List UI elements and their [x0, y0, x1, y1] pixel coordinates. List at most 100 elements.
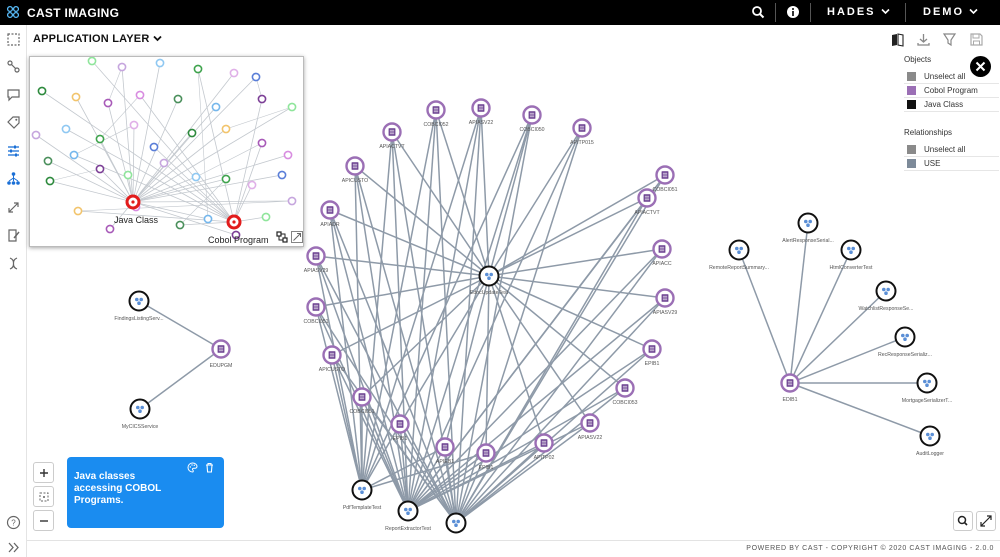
java-class-node[interactable]: [445, 512, 467, 534]
use-edge[interactable]: [315, 306, 457, 524]
close-legend-button[interactable]: [970, 56, 991, 77]
app-menu-label: HADES: [827, 6, 876, 18]
java-class-node[interactable]: AuditLogger: [916, 425, 944, 458]
minimap-node: [43, 156, 53, 166]
use-edge[interactable]: [789, 222, 809, 384]
use-edge[interactable]: [407, 109, 437, 512]
node-label: AlertResponseSerial...: [782, 238, 834, 244]
fit-icon: [39, 492, 48, 501]
node-label: APIACTVT: [379, 144, 405, 150]
minimap-node: [135, 90, 145, 100]
legend-swatch: [907, 86, 916, 95]
cobol-program-node[interactable]: APIADR: [320, 200, 340, 229]
expand-arrows-icon[interactable]: [6, 200, 21, 215]
chevron-down-icon: [881, 8, 890, 15]
use-edge[interactable]: [488, 275, 626, 389]
palette-icon[interactable]: [187, 462, 198, 473]
use-edge[interactable]: [789, 382, 931, 437]
java-class-node[interactable]: RemoteReportSummary...: [709, 239, 769, 272]
fit-view-button[interactable]: [33, 486, 54, 507]
cobol-program-node[interactable]: APIACC: [652, 239, 672, 268]
tag-icon[interactable]: [6, 115, 21, 130]
hierarchy-icon[interactable]: [6, 171, 21, 186]
cobol-program-node[interactable]: APITP02: [534, 433, 555, 462]
info-icon[interactable]: [786, 5, 800, 19]
help-icon[interactable]: ?: [6, 515, 21, 530]
legend-label: USE: [924, 159, 941, 168]
use-edge[interactable]: [789, 290, 887, 384]
legend-object-item[interactable]: Java Class: [904, 98, 999, 112]
node-label: APIADR: [320, 222, 340, 228]
legend-swatch: [907, 100, 916, 109]
plus-icon: [39, 468, 48, 477]
cobol-program-node[interactable]: APIASV22: [469, 98, 494, 127]
java-class-node[interactable]: ReportExtractorTest: [385, 500, 431, 533]
layer-selector[interactable]: APPLICATION LAYER: [33, 33, 162, 45]
legend-relationship-item[interactable]: Unselect all: [904, 143, 999, 157]
minimap-node: [283, 150, 293, 160]
use-edge[interactable]: [138, 300, 222, 350]
use-edge[interactable]: [435, 109, 490, 277]
minimap-collapse-icon[interactable]: [291, 231, 303, 243]
node-label: EPIB1: [645, 361, 660, 367]
node-label: AuditLogger: [916, 451, 944, 457]
filter-sliders-icon[interactable]: [6, 143, 21, 158]
minimap-node: [73, 206, 83, 216]
use-edge[interactable]: [455, 348, 653, 524]
selection-icon[interactable]: [6, 32, 21, 47]
use-edge[interactable]: [488, 174, 666, 277]
app-menu-demo[interactable]: DEMO: [923, 6, 978, 18]
search-icon[interactable]: [751, 5, 765, 19]
use-edge[interactable]: [139, 348, 222, 410]
cobol-program-node[interactable]: EPIB1: [642, 339, 662, 368]
dna-icon[interactable]: [6, 256, 21, 271]
node-label: RecResponseSerializ...: [878, 352, 932, 358]
java-class-node[interactable]: RecResponseSerializ...: [878, 326, 932, 359]
cobol-program-node[interactable]: COBCI050: [519, 105, 545, 134]
minimap-node: [155, 58, 165, 68]
comment-icon[interactable]: [6, 87, 21, 102]
app-menu-hades[interactable]: HADES: [827, 6, 890, 18]
minimap[interactable]: Java Class Cobol Program: [29, 56, 304, 247]
java-class-node[interactable]: MyCICSService: [122, 398, 159, 431]
java-class-node[interactable]: HtmlConverterTest: [830, 239, 874, 272]
cobol-program-node[interactable]: APITP015: [570, 118, 594, 147]
legend-object-item[interactable]: Cobol Program: [904, 84, 999, 98]
minimap-node: [45, 176, 55, 186]
use-edge[interactable]: [480, 107, 490, 277]
cobol-program-node[interactable]: EPIB1: [390, 414, 410, 443]
zoom-in-button[interactable]: [33, 462, 54, 483]
edit-document-icon[interactable]: [6, 228, 21, 243]
left-sidebar: ?: [0, 25, 27, 557]
cobol-program-node[interactable]: APIASV29: [304, 246, 329, 275]
path-icon[interactable]: [6, 59, 21, 74]
cobol-program-node[interactable]: EDIB1: [780, 373, 800, 404]
search-graph-button[interactable]: [953, 511, 973, 531]
java-class-node[interactable]: MortgageSerializerT...: [902, 372, 952, 405]
annotation-card[interactable]: Java classes accessing COBOL Programs.: [67, 457, 224, 528]
download-icon[interactable]: [916, 32, 931, 47]
java-class-node[interactable]: FindingsListingServ...: [114, 290, 164, 323]
java-class-node[interactable]: AlertResponseSerial...: [782, 212, 834, 245]
minimap-node: [117, 62, 127, 72]
trash-icon[interactable]: [204, 462, 215, 473]
svg-text:?: ?: [11, 519, 16, 528]
minimap-node: [61, 124, 71, 134]
zoom-out-button[interactable]: [33, 510, 54, 531]
book-icon[interactable]: [890, 32, 905, 47]
cobol-program-node[interactable]: APICUSTO: [342, 156, 368, 185]
java-class-node[interactable]: WatchlistResponseSe...: [859, 280, 914, 313]
cobol-program-node[interactable]: COBCI052: [423, 100, 449, 129]
fullscreen-button[interactable]: [976, 511, 996, 531]
filter-icon[interactable]: [942, 32, 957, 47]
legend-relationship-item[interactable]: USE: [904, 157, 999, 171]
cobol-program-node[interactable]: EPIB1: [476, 443, 496, 472]
legend-label: Unselect all: [924, 72, 966, 81]
layout-icon[interactable]: [276, 231, 288, 243]
node-label: EDUPGM: [210, 363, 233, 369]
expand-sidebar-icon[interactable]: [6, 540, 21, 555]
cobol-program-node[interactable]: APIACTVT: [379, 122, 406, 151]
save-icon[interactable]: [969, 32, 984, 47]
cobol-program-node[interactable]: APIASV29: [653, 288, 678, 317]
cobol-program-node[interactable]: APIEB1: [435, 437, 455, 466]
